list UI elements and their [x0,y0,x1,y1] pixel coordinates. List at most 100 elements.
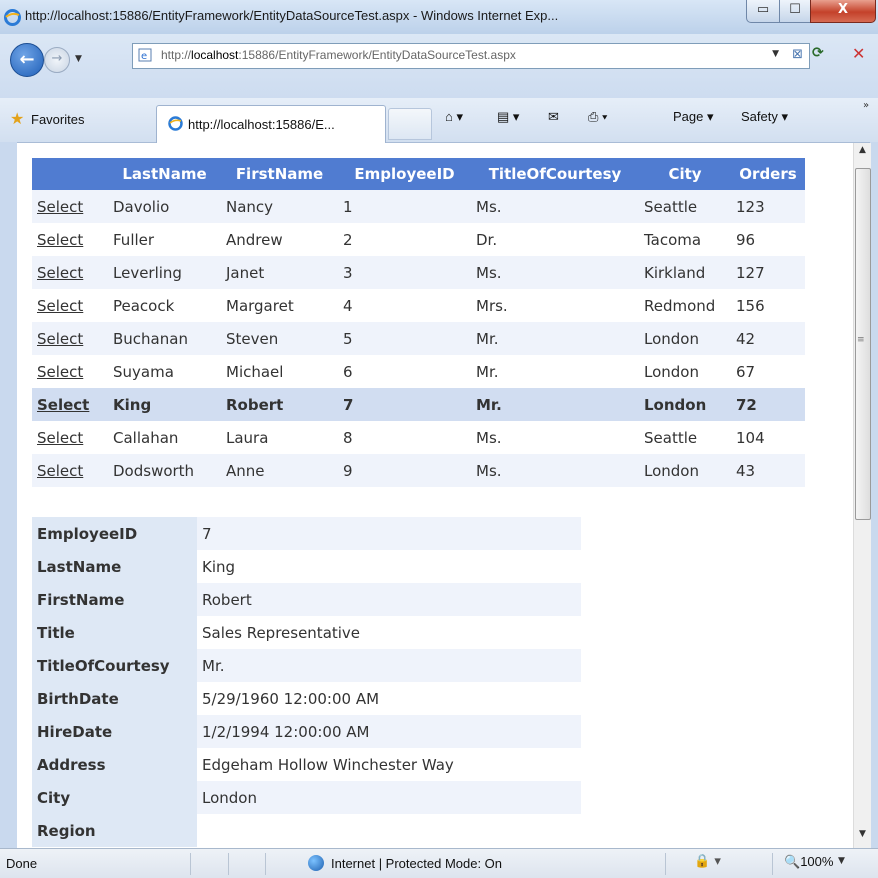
lastname-cell: King [108,388,221,421]
svg-text:e: e [141,51,147,62]
favorites-star-icon[interactable]: ★ [10,109,24,128]
stop-icon[interactable]: ✕ [852,44,865,63]
maximize-icon: ☐ [789,2,801,17]
detail-field-label: HireDate [32,715,197,748]
favorites-button[interactable]: Favorites [31,112,84,127]
home-icon[interactable]: ⌂ ▾ [445,109,463,125]
maximize-button[interactable]: ☐ [779,0,811,23]
detail-field-label: EmployeeID [32,517,197,550]
address-bar[interactable]: e http://localhost:15886/EntityFramework… [132,43,810,69]
protected-mode-lock-icon[interactable]: 🔒 ▾ [694,854,721,869]
detail-field-value: 7 [197,517,581,550]
select-link[interactable]: Select [37,198,83,216]
grid-header-lastname: LastName [108,158,221,190]
table-row: Select Davolio Nancy 1 Ms. Seattle 123 [32,190,805,223]
status-divider [190,853,191,875]
firstname-cell: Anne [221,454,338,487]
feeds-icon[interactable]: ▤ ▾ [497,109,519,125]
titleofcourtesy-cell: Mrs. [471,289,639,322]
detail-row: TitleOfCourtesy Mr. [32,649,581,682]
lastname-cell: Peacock [108,289,221,322]
table-row: Select Callahan Laura 8 Ms. Seattle 104 [32,421,805,454]
city-cell: Seattle [639,421,731,454]
detail-row: Region [32,814,581,847]
orders-cell: 123 [731,190,805,223]
titleofcourtesy-cell: Dr. [471,223,639,256]
city-cell: London [639,355,731,388]
detail-field-label: Address [32,748,197,781]
address-dropdown-icon[interactable]: ▼ [772,49,779,59]
detail-field-value: Sales Representative [197,616,581,649]
firstname-cell: Robert [221,388,338,421]
detail-field-label: BirthDate [32,682,197,715]
minimize-button[interactable]: ▭ [746,0,780,23]
more-commands-icon[interactable]: » [863,100,869,111]
mail-icon[interactable]: ✉ [548,109,559,125]
print-icon[interactable]: ⎙ ▾ [588,109,607,125]
refresh-icon[interactable]: ⟳ [812,45,824,61]
detail-row: BirthDate 5/29/1960 12:00:00 AM [32,682,581,715]
status-divider [772,853,773,875]
detail-row: Address Edgeham Hollow Winchester Way [32,748,581,781]
zoom-level[interactable]: 🔍100% [784,854,833,870]
city-cell: London [639,388,731,421]
safety-menu[interactable]: Safety ▾ [741,109,788,125]
tab-title: http://localhost:15886/E... [188,117,335,132]
lastname-cell: Callahan [108,421,221,454]
detail-field-label: TitleOfCourtesy [32,649,197,682]
address-url[interactable]: http://localhost:15886/EntityFramework/E… [161,48,516,62]
select-link[interactable]: Select [37,231,83,249]
forward-button[interactable]: → [44,47,70,73]
status-divider [665,853,666,875]
select-link[interactable]: Select [37,363,83,381]
scroll-up-icon[interactable]: ▲ [854,145,871,162]
lastname-cell: Suyama [108,355,221,388]
table-row: Select Dodsworth Anne 9 Ms. London 43 [32,454,805,487]
grid-header-employeeid: EmployeeID [338,158,471,190]
orders-cell: 43 [731,454,805,487]
select-link[interactable]: Select [37,297,83,315]
scroll-down-icon[interactable]: ▼ [854,829,871,846]
select-link[interactable]: Select [37,264,83,282]
titleofcourtesy-cell: Mr. [471,388,639,421]
table-row: Select Suyama Michael 6 Mr. London 67 [32,355,805,388]
titleofcourtesy-cell: Ms. [471,190,639,223]
window-frame-right [870,142,878,848]
select-link[interactable]: Select [37,462,83,480]
grid-header-titleofcourtesy: TitleOfCourtesy [471,158,639,190]
minimize-icon: ▭ [756,2,770,17]
employeeid-cell: 8 [338,421,471,454]
details-body: EmployeeID 7 LastName King FirstName Robert Ti… [32,517,581,847]
page-menu[interactable]: Page ▾ [673,109,714,125]
status-text: Done [6,856,38,871]
window-frame-left [0,142,17,848]
internet-zone-icon [308,855,324,871]
table-row: Select Buchanan Steven 5 Mr. London 42 [32,322,805,355]
back-button[interactable]: ← [10,43,44,77]
titleofcourtesy-cell: Mr. [471,322,639,355]
browser-tab[interactable]: http://localhost:15886/E... [156,105,386,143]
table-row: Select Fuller Andrew 2 Dr. Tacoma 96 [32,223,805,256]
compatibility-view-icon[interactable]: ⊠ [792,47,803,62]
select-link[interactable]: Select [37,330,83,348]
firstname-cell: Michael [221,355,338,388]
recent-pages-dropdown-icon[interactable]: ▼ [75,54,82,64]
orders-cell: 67 [731,355,805,388]
status-divider [228,853,229,875]
vertical-scrollbar[interactable]: ▲ ≡ ▼ [853,143,871,848]
city-cell: Tacoma [639,223,731,256]
security-zone[interactable]: Internet | Protected Mode: On [331,856,502,871]
back-arrow-icon: ← [19,49,35,70]
detail-row: EmployeeID 7 [32,517,581,550]
grid-header-select [32,158,108,190]
zoom-dropdown-icon[interactable]: ▼ [838,856,845,866]
select-link[interactable]: Select [37,429,83,447]
grid-header-firstname: FirstName [221,158,338,190]
close-button[interactable]: X [810,0,876,23]
employeeid-cell: 7 [338,388,471,421]
select-link[interactable]: Select [37,396,89,414]
select-cell: Select [32,190,108,223]
employeeid-cell: 2 [338,223,471,256]
title-bar: http://localhost:15886/EntityFramework/E… [0,0,878,35]
new-tab-button[interactable] [388,108,432,140]
